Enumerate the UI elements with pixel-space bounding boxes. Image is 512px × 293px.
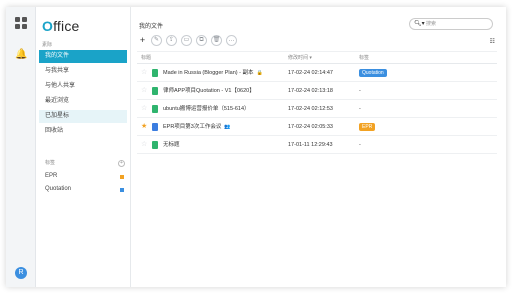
main-panel: 我的文件 🔍︎▾ 搜索 + ✎ ⇪ ▭ ⧉ 🗑 … ☷ 标题 修改时间 ▾ 标签…	[131, 7, 506, 287]
bell-icon[interactable]: 🔔	[15, 49, 27, 61]
delete-button[interactable]: 🗑	[211, 35, 222, 46]
sidebar-item-shared-with-others[interactable]: 与他人共享	[36, 80, 124, 93]
edit-button[interactable]: ✎	[151, 35, 162, 46]
sidebar-nav: 我的文件 与我共享 与他人共享 最近浏览 已加星标 回收站	[36, 50, 131, 140]
tag-color-dot	[120, 175, 124, 179]
file-name: Made in Russia (Blogger Plan) - 副本 🔒	[163, 70, 263, 76]
file-modified-time: 17-02-24 02:13:18	[288, 88, 333, 94]
table-header: 标题 修改时间 ▾ 标签	[137, 51, 497, 64]
document-icon	[152, 105, 158, 113]
star-icon[interactable]: ☆	[141, 64, 147, 82]
tag-badge: EPR	[359, 123, 376, 131]
app-window: 🔔 R Office 素际 我的文件 与我共享 与他人共享 最近浏览 已加星标 …	[6, 7, 506, 287]
star-icon[interactable]: ☆	[141, 100, 147, 118]
document-icon	[152, 87, 158, 95]
shared-users-icon: 👥	[224, 124, 231, 130]
new-file-button[interactable]: +	[138, 35, 147, 46]
lock-icon: 🔒	[256, 70, 263, 76]
grid-icon[interactable]	[15, 17, 27, 29]
table-row[interactable]: ☆ 律师APP项目Quotation - V1【0620】 17-02-24 0…	[137, 82, 497, 100]
file-modified-time: 17-02-24 02:14:47	[288, 70, 333, 76]
tag-badge: Quotation	[359, 69, 387, 77]
tags-header: 标签 +	[36, 157, 131, 170]
table-row[interactable]: ★ EPR项目第3次工作会议 👥 17-02-24 02:05:33 EPR	[137, 118, 497, 136]
share-button[interactable]: ⇪	[166, 35, 177, 46]
tag-empty: -	[359, 88, 361, 94]
tag-empty: -	[359, 142, 361, 148]
logo: Office	[42, 18, 80, 34]
column-header-name[interactable]: 标题	[141, 52, 151, 64]
document-icon	[152, 69, 158, 77]
sidebar-item-trash[interactable]: 回收站	[36, 125, 124, 138]
file-name: 无标题	[163, 142, 180, 148]
table-row[interactable]: ☆ Made in Russia (Blogger Plan) - 副本 🔒 17…	[137, 64, 497, 82]
sidebar-item-starred[interactable]: 已加星标	[39, 110, 127, 123]
search-icon: 🔍︎▾	[414, 21, 425, 27]
file-name: ubuntu搬博运营报价单（515-614）	[163, 106, 250, 112]
search-input[interactable]: 🔍︎▾ 搜索	[409, 18, 493, 30]
file-name: 律师APP项目Quotation - V1【0620】	[163, 88, 255, 94]
tag-color-dot	[120, 188, 124, 192]
star-filled-icon[interactable]: ★	[141, 118, 147, 136]
sidebar-item-recent[interactable]: 最近浏览	[36, 95, 124, 108]
document-icon	[152, 141, 158, 149]
star-icon[interactable]: ☆	[141, 82, 147, 100]
list-view-icon[interactable]: ☷	[490, 38, 495, 45]
file-modified-time: 17-02-24 02:12:53	[288, 106, 333, 112]
table-row[interactable]: ☆ 无标题 17-01-11 12:29:43 -	[137, 136, 497, 154]
column-header-time[interactable]: 修改时间 ▾	[288, 52, 312, 64]
more-button[interactable]: …	[226, 35, 237, 46]
sidebar-item-my-files[interactable]: 我的文件	[39, 50, 127, 63]
tag-empty: -	[359, 106, 361, 112]
section-label: 素际	[42, 42, 53, 48]
add-tag-icon[interactable]: +	[118, 160, 125, 167]
toolbar: + ✎ ⇪ ▭ ⧉ 🗑 …	[138, 35, 237, 47]
column-header-tag: 标签	[359, 55, 370, 61]
page-title: 我的文件	[139, 24, 164, 30]
avatar[interactable]: R	[15, 267, 27, 279]
tag-item-quotation[interactable]: Quotation	[36, 183, 131, 196]
sidebar-item-shared-with-me[interactable]: 与我共享	[36, 65, 124, 78]
icon-rail: 🔔 R	[6, 7, 36, 287]
table-row[interactable]: ☆ ubuntu搬博运营报价单（515-614） 17-02-24 02:12:…	[137, 100, 497, 118]
document-icon	[152, 123, 158, 131]
file-table: 标题 修改时间 ▾ 标签 ☆ Made in Russia (Blogger P…	[137, 51, 497, 154]
tags-section: 标签 + EPR Quotation	[36, 157, 131, 196]
star-icon[interactable]: ☆	[141, 136, 147, 154]
move-button[interactable]: ▭	[181, 35, 192, 46]
file-modified-time: 17-01-11 12:29:43	[288, 142, 333, 148]
copy-button[interactable]: ⧉	[196, 35, 207, 46]
file-modified-time: 17-02-24 02:05:33	[288, 124, 333, 130]
tag-item-epr[interactable]: EPR	[36, 170, 131, 183]
sidebar: Office 素际 我的文件 与我共享 与他人共享 最近浏览 已加星标 回收站 …	[36, 7, 131, 287]
file-name: EPR项目第3次工作会议 👥	[163, 124, 231, 130]
